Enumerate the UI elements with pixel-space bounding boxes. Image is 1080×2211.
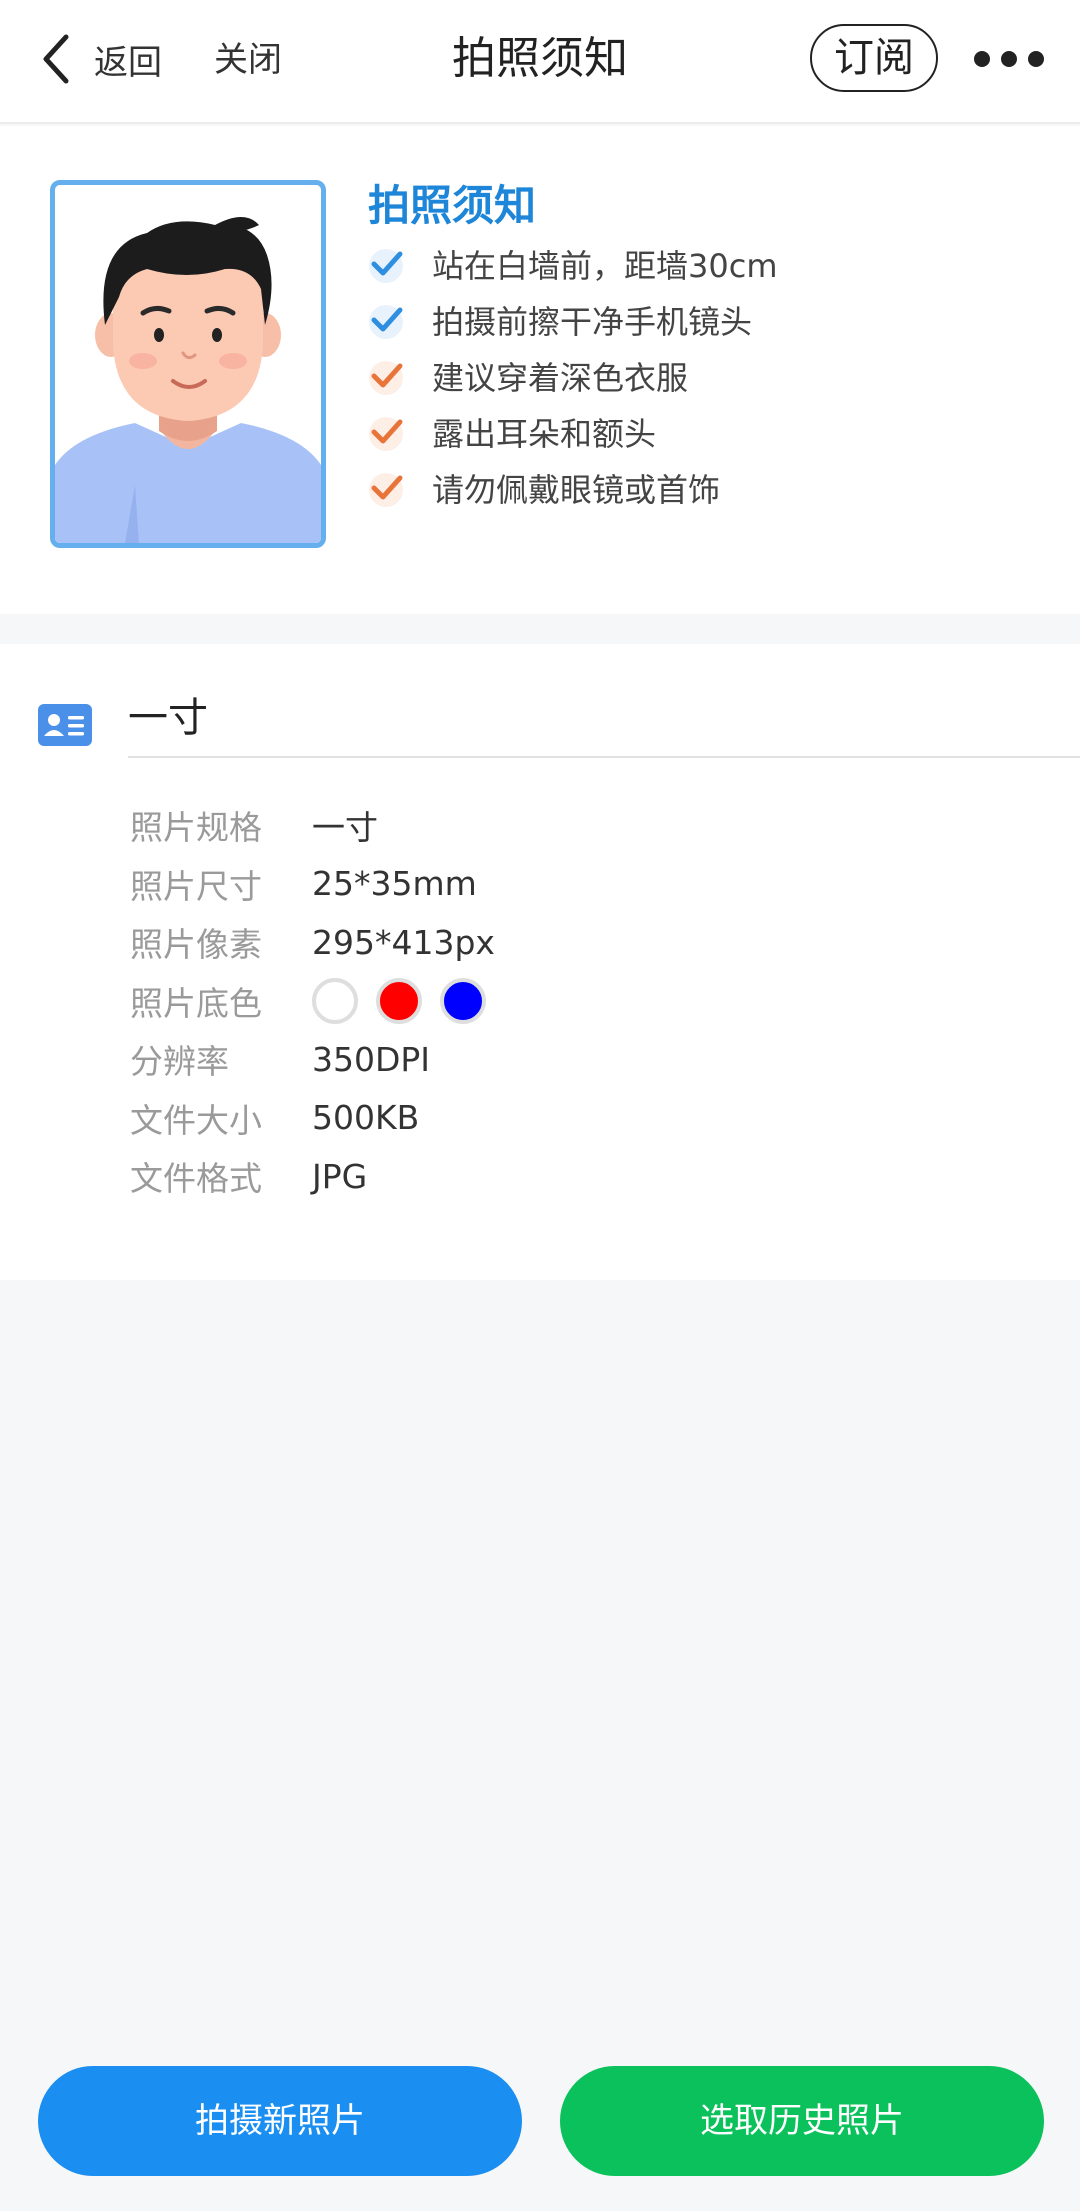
check-circle-icon — [369, 473, 403, 507]
chevron-left-icon — [43, 34, 69, 84]
swatch-blue[interactable] — [440, 977, 486, 1024]
check-circle-icon — [369, 417, 403, 451]
spec-row-pixels: 照片像素 295*413px — [130, 913, 1030, 972]
guide-tip: 请勿佩戴眼镜或首饰 — [364, 460, 1044, 516]
guide-tip: 建议穿着深色衣服 — [364, 348, 1044, 404]
spec-value: 一寸 — [312, 808, 378, 848]
divider — [128, 756, 1080, 758]
guide-tip-text: 站在白墙前，距墙30cm — [432, 247, 778, 285]
spec-label: 照片像素 — [130, 925, 262, 965]
photo-spec-card: 一寸 照片规格 一寸 照片尺寸 25*35mm 照片像素 295*413px 照… — [0, 644, 1080, 1280]
spec-value: JPG — [312, 1156, 368, 1196]
check-circle-icon — [369, 305, 403, 339]
back-button[interactable]: 返回 — [36, 24, 166, 94]
background-color-options — [312, 977, 504, 1024]
subscribe-button[interactable]: 订阅 — [810, 24, 938, 92]
spec-label: 分辨率 — [130, 1042, 229, 1082]
guide-tip: 站在白墙前，距墙30cm — [364, 236, 1044, 292]
page-title: 拍照须知 — [452, 33, 628, 84]
guide-title: 拍照须知 — [368, 181, 537, 230]
guide-tip: 露出耳朵和额头 — [364, 404, 1044, 460]
spec-row-size: 照片尺寸 25*35mm — [130, 855, 1030, 914]
more-dot-icon — [974, 51, 990, 67]
guide-tip: 拍摄前擦干净手机镜头 — [364, 292, 1044, 348]
spec-label: 照片底色 — [130, 983, 262, 1023]
spec-row-format: 照片规格 一寸 — [130, 796, 1030, 855]
spec-row-background: 照片底色 — [130, 972, 1030, 1031]
more-options-button[interactable] — [974, 38, 1044, 80]
spec-label: 照片规格 — [130, 808, 262, 848]
check-circle-icon — [369, 249, 403, 283]
spec-row-file-size: 文件大小 500KB — [130, 1089, 1030, 1148]
guide-tip-text: 拍摄前擦干净手机镜头 — [432, 303, 753, 341]
id-card-icon — [38, 704, 92, 746]
guide-tip-text: 建议穿着深色衣服 — [432, 359, 689, 397]
choose-history-photo-button[interactable]: 选取历史照片 — [560, 2066, 1044, 2176]
guide-tips-list: 站在白墙前，距墙30cm 拍摄前擦干净手机镜头 建议穿着深色衣服 露出耳朵和额头 — [364, 236, 1044, 516]
spec-label: 照片尺寸 — [130, 866, 262, 906]
spec-value: 350DPI — [312, 1039, 431, 1079]
spec-value: 500KB — [312, 1098, 420, 1138]
spec-row-resolution: 分辨率 350DPI — [130, 1030, 1030, 1089]
top-nav-bar: 返回 关闭 拍照须知 订阅 — [0, 0, 1080, 124]
spec-label: 文件大小 — [130, 1100, 262, 1140]
more-dot-icon — [1028, 51, 1044, 67]
spec-value: 295*413px — [312, 922, 495, 962]
spec-list: 照片规格 一寸 照片尺寸 25*35mm 照片像素 295*413px 照片底色… — [130, 796, 1030, 1206]
swatch-red[interactable] — [376, 977, 422, 1024]
spec-label: 文件格式 — [130, 1159, 262, 1199]
guide-tip-text: 请勿佩戴眼镜或首饰 — [432, 471, 721, 509]
guide-tip-text: 露出耳朵和额头 — [432, 415, 657, 453]
more-dot-icon — [1001, 51, 1017, 67]
photo-guide-card: 拍照须知 站在白墙前，距墙30cm 拍摄前擦干净手机镜头 建议穿着深色衣服 露出… — [0, 126, 1080, 614]
close-button[interactable]: 关闭 — [214, 32, 282, 88]
portrait-illustration-icon — [55, 185, 321, 543]
sample-portrait-frame — [50, 180, 326, 548]
spec-name: 一寸 — [128, 695, 208, 741]
swatch-white[interactable] — [312, 977, 358, 1024]
spec-row-file-format: 文件格式 JPG — [130, 1147, 1030, 1206]
check-circle-icon — [369, 361, 403, 395]
back-label: 返回 — [94, 42, 162, 83]
take-new-photo-button[interactable]: 拍摄新照片 — [38, 2066, 522, 2176]
spec-value: 25*35mm — [312, 864, 477, 904]
